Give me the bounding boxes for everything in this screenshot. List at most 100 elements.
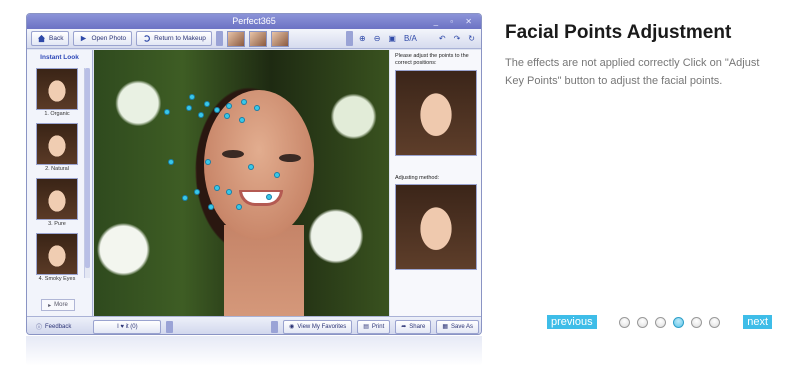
facial-key-point[interactable] xyxy=(240,118,244,122)
more-button[interactable]: ▸ More xyxy=(41,299,75,311)
like-label: I ♥ it (0) xyxy=(117,323,138,330)
undo-icon[interactable]: ↶ xyxy=(437,34,448,43)
open-photo-button[interactable]: Open Photo xyxy=(73,31,133,46)
facial-key-point[interactable] xyxy=(215,108,219,112)
facial-key-point[interactable] xyxy=(267,195,271,199)
adjust-points-panel: Please adjust the points to the correct … xyxy=(390,50,481,316)
fit-icon[interactable]: ▣ xyxy=(386,34,398,43)
facial-key-point[interactable] xyxy=(205,102,209,106)
print-label: Print xyxy=(371,323,385,330)
save-as-button[interactable]: ▦ Save As xyxy=(436,319,479,334)
toolbar: Back Open Photo Return to Makeup ⊕ ⊖ ▣ B… xyxy=(27,29,481,49)
back-label: Back xyxy=(49,35,64,42)
photo-right-eye xyxy=(279,154,301,162)
next-button[interactable]: next xyxy=(743,315,772,329)
photo-canvas[interactable] xyxy=(94,50,389,316)
home-icon xyxy=(37,34,46,43)
app-window: Perfect365 _ ▫ ✕ Back Open Photo Return … xyxy=(26,13,482,335)
slide-pager: previous next xyxy=(547,315,772,329)
look-thumbnail xyxy=(36,123,78,165)
app-title: Perfect365 xyxy=(232,16,276,26)
reference-face-image xyxy=(395,70,477,156)
save-icon: ▦ xyxy=(442,324,448,330)
pager-dot[interactable] xyxy=(619,316,631,328)
return-to-makeup-button[interactable]: Return to Makeup xyxy=(136,31,212,46)
look-item-smoky-eyes[interactable]: 4. Smoky Eyes xyxy=(36,233,78,282)
facial-key-point[interactable] xyxy=(190,95,194,99)
view-favorites-label: View My Favorites xyxy=(297,323,347,330)
thumb-prev-button[interactable] xyxy=(215,31,223,46)
facial-key-point[interactable] xyxy=(255,106,259,110)
facial-key-point[interactable] xyxy=(169,160,173,164)
window-controls[interactable]: _ ▫ ✕ xyxy=(434,14,477,29)
actions-nav-button[interactable] xyxy=(271,320,279,333)
chevron-right-icon: ▸ xyxy=(48,302,52,309)
view-favorites-button[interactable]: ◉ View My Favorites xyxy=(283,319,353,334)
printer-icon: ▤ xyxy=(363,324,369,330)
look-label: 3. Pure xyxy=(48,221,66,227)
bottom-bar: ⓘ Feedback I ♥ it (0) ◉ View My Favorite… xyxy=(27,316,481,334)
share-label: Share xyxy=(409,323,426,330)
slide: Perfect365 _ ▫ ✕ Back Open Photo Return … xyxy=(0,0,800,378)
zoom-in-icon[interactable]: ⊕ xyxy=(357,34,368,43)
thumbnail-2[interactable] xyxy=(248,30,267,47)
look-label: 2. Natural xyxy=(45,166,69,172)
facial-key-point[interactable] xyxy=(275,173,279,177)
look-label: 1. Organic xyxy=(44,111,70,117)
photo-face xyxy=(204,90,314,240)
slide-heading: Facial Points Adjustment xyxy=(505,22,732,43)
save-as-label: Save As xyxy=(450,323,473,330)
facial-key-point[interactable] xyxy=(195,190,199,194)
feedback-label: Feedback xyxy=(45,323,72,330)
print-button[interactable]: ▤ Print xyxy=(357,319,391,334)
facial-key-point[interactable] xyxy=(242,100,246,104)
pager-dot[interactable] xyxy=(637,316,649,328)
facial-key-point[interactable] xyxy=(227,104,231,108)
pager-dot[interactable] xyxy=(709,316,721,328)
pager-dot[interactable] xyxy=(691,316,703,328)
looks-scrollbar[interactable] xyxy=(84,68,90,278)
thumb-next-button[interactable] xyxy=(346,31,354,46)
feedback-button[interactable]: ⓘ Feedback xyxy=(31,320,76,334)
facial-key-point[interactable] xyxy=(165,110,169,114)
adjust-instruction: Please adjust the points to the correct … xyxy=(395,53,469,66)
facial-key-point[interactable] xyxy=(237,205,241,209)
photo-left-eye xyxy=(222,150,244,158)
look-item-organic[interactable]: 1. Organic xyxy=(36,68,78,117)
redo-icon[interactable]: ↷ xyxy=(452,34,463,43)
feedback-icon: ⓘ xyxy=(36,325,43,331)
facial-key-point[interactable] xyxy=(199,113,203,117)
facial-key-point[interactable] xyxy=(227,190,231,194)
instant-look-header: Instant Look xyxy=(40,54,79,61)
before-after-button[interactable]: B/A xyxy=(402,34,419,43)
instant-look-panel: Instant Look 1. Organic 2. Natural 3. Pu… xyxy=(27,50,93,316)
facial-key-point[interactable] xyxy=(209,205,213,209)
thumbnail-1[interactable] xyxy=(226,30,245,47)
share-button[interactable]: ➦ Share xyxy=(395,319,432,334)
facial-key-point[interactable] xyxy=(225,114,229,118)
look-item-pure[interactable]: 3. Pure xyxy=(36,178,78,227)
facial-key-point[interactable] xyxy=(249,165,253,169)
eye-icon: ◉ xyxy=(289,324,295,330)
facial-key-point[interactable] xyxy=(183,196,187,200)
back-button[interactable]: Back xyxy=(31,31,70,46)
like-button[interactable]: I ♥ it (0) xyxy=(93,319,162,334)
look-item-natural[interactable]: 2. Natural xyxy=(36,123,78,172)
thumbnail-3[interactable] xyxy=(270,30,289,47)
adjusting-method-label: Adjusting method: xyxy=(395,175,440,181)
undo-icon xyxy=(144,35,151,42)
facial-key-point[interactable] xyxy=(215,186,219,190)
slide-description: The effects are not applied correctly Cl… xyxy=(505,57,760,87)
pager-dots xyxy=(619,316,721,328)
more-label: More xyxy=(54,302,68,308)
zoom-out-icon[interactable]: ⊖ xyxy=(372,34,383,43)
pager-dot[interactable] xyxy=(673,316,685,328)
reset-icon[interactable]: ↻ xyxy=(466,34,477,43)
title-bar: Perfect365 _ ▫ ✕ xyxy=(27,14,481,29)
facial-key-point[interactable] xyxy=(206,160,210,164)
like-nav-button[interactable] xyxy=(166,320,174,333)
scrollbar-grip[interactable] xyxy=(85,68,90,268)
pager-dot[interactable] xyxy=(655,316,667,328)
facial-key-point[interactable] xyxy=(187,106,191,110)
previous-button[interactable]: previous xyxy=(547,315,597,329)
